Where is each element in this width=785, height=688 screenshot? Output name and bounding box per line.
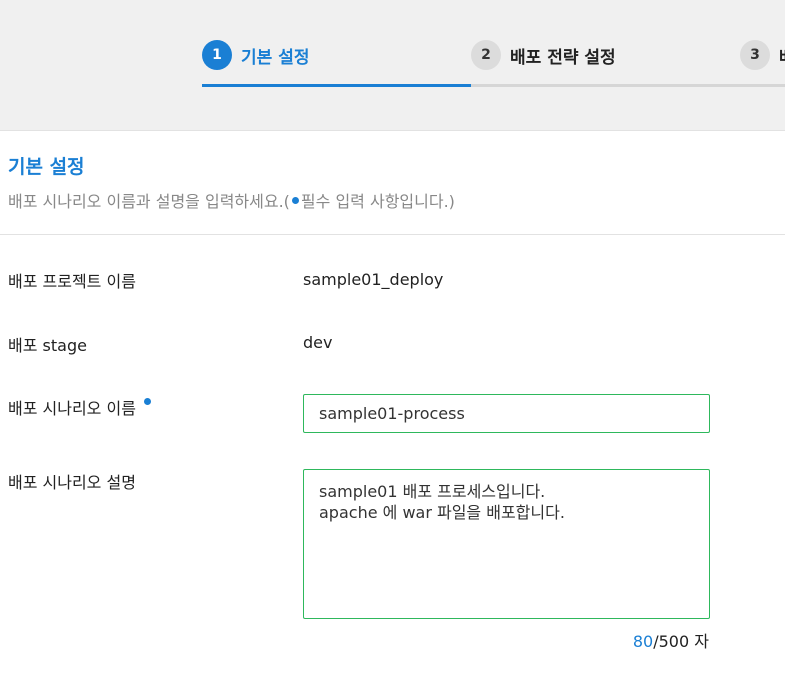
char-counter: 80/500 자: [633, 628, 709, 652]
scenario-desc-textarea[interactable]: sample01 배포 프로세스입니다. apache 에 war 파일을 배포…: [303, 469, 710, 619]
step-number: 3: [740, 40, 770, 70]
step-deploy-strategy[interactable]: 2 배포 전략 설정: [471, 40, 616, 70]
step-progress-track: [471, 84, 785, 87]
char-unit: 자: [694, 632, 709, 651]
scenario-name-label-text: 배포 시나리오 이름: [8, 399, 136, 418]
stage-label: 배포 stage: [8, 336, 87, 355]
required-dot-icon: [143, 398, 151, 405]
section-description: 배포 시나리오 이름과 설명을 입력하세요.( 필수 입력 사항입니다.): [8, 188, 455, 212]
description-text: 필수 입력 사항입니다.): [300, 192, 455, 211]
stage-value: dev: [303, 333, 333, 352]
stepper: 1 기본 설정 2 배포 전략 설정 3 배: [0, 0, 785, 131]
step-number: 2: [471, 40, 501, 70]
required-dot-icon: [291, 197, 299, 204]
scenario-name-label: 배포 시나리오 이름: [8, 395, 151, 419]
scenario-desc-label: 배포 시나리오 설명: [8, 473, 136, 492]
project-name-label: 배포 프로젝트 이름: [8, 272, 136, 291]
project-name-value: sample01_deploy: [303, 270, 444, 289]
divider: [0, 234, 785, 235]
step-basic-settings[interactable]: 1 기본 설정: [202, 40, 309, 70]
char-count: 80: [632, 632, 654, 651]
step-label: 배: [779, 43, 785, 68]
step-label: 기본 설정: [241, 47, 310, 68]
step-progress-active: [202, 84, 471, 87]
char-max: /500: [653, 632, 690, 651]
step-third[interactable]: 3 배: [740, 40, 785, 70]
description-text: 배포 시나리오 이름과 설명을 입력하세요.(: [8, 192, 290, 211]
section-title: 기본 설정: [8, 156, 85, 178]
step-label: 배포 전략 설정: [510, 47, 616, 68]
step-number: 1: [202, 40, 232, 70]
scenario-name-input[interactable]: [303, 394, 710, 433]
